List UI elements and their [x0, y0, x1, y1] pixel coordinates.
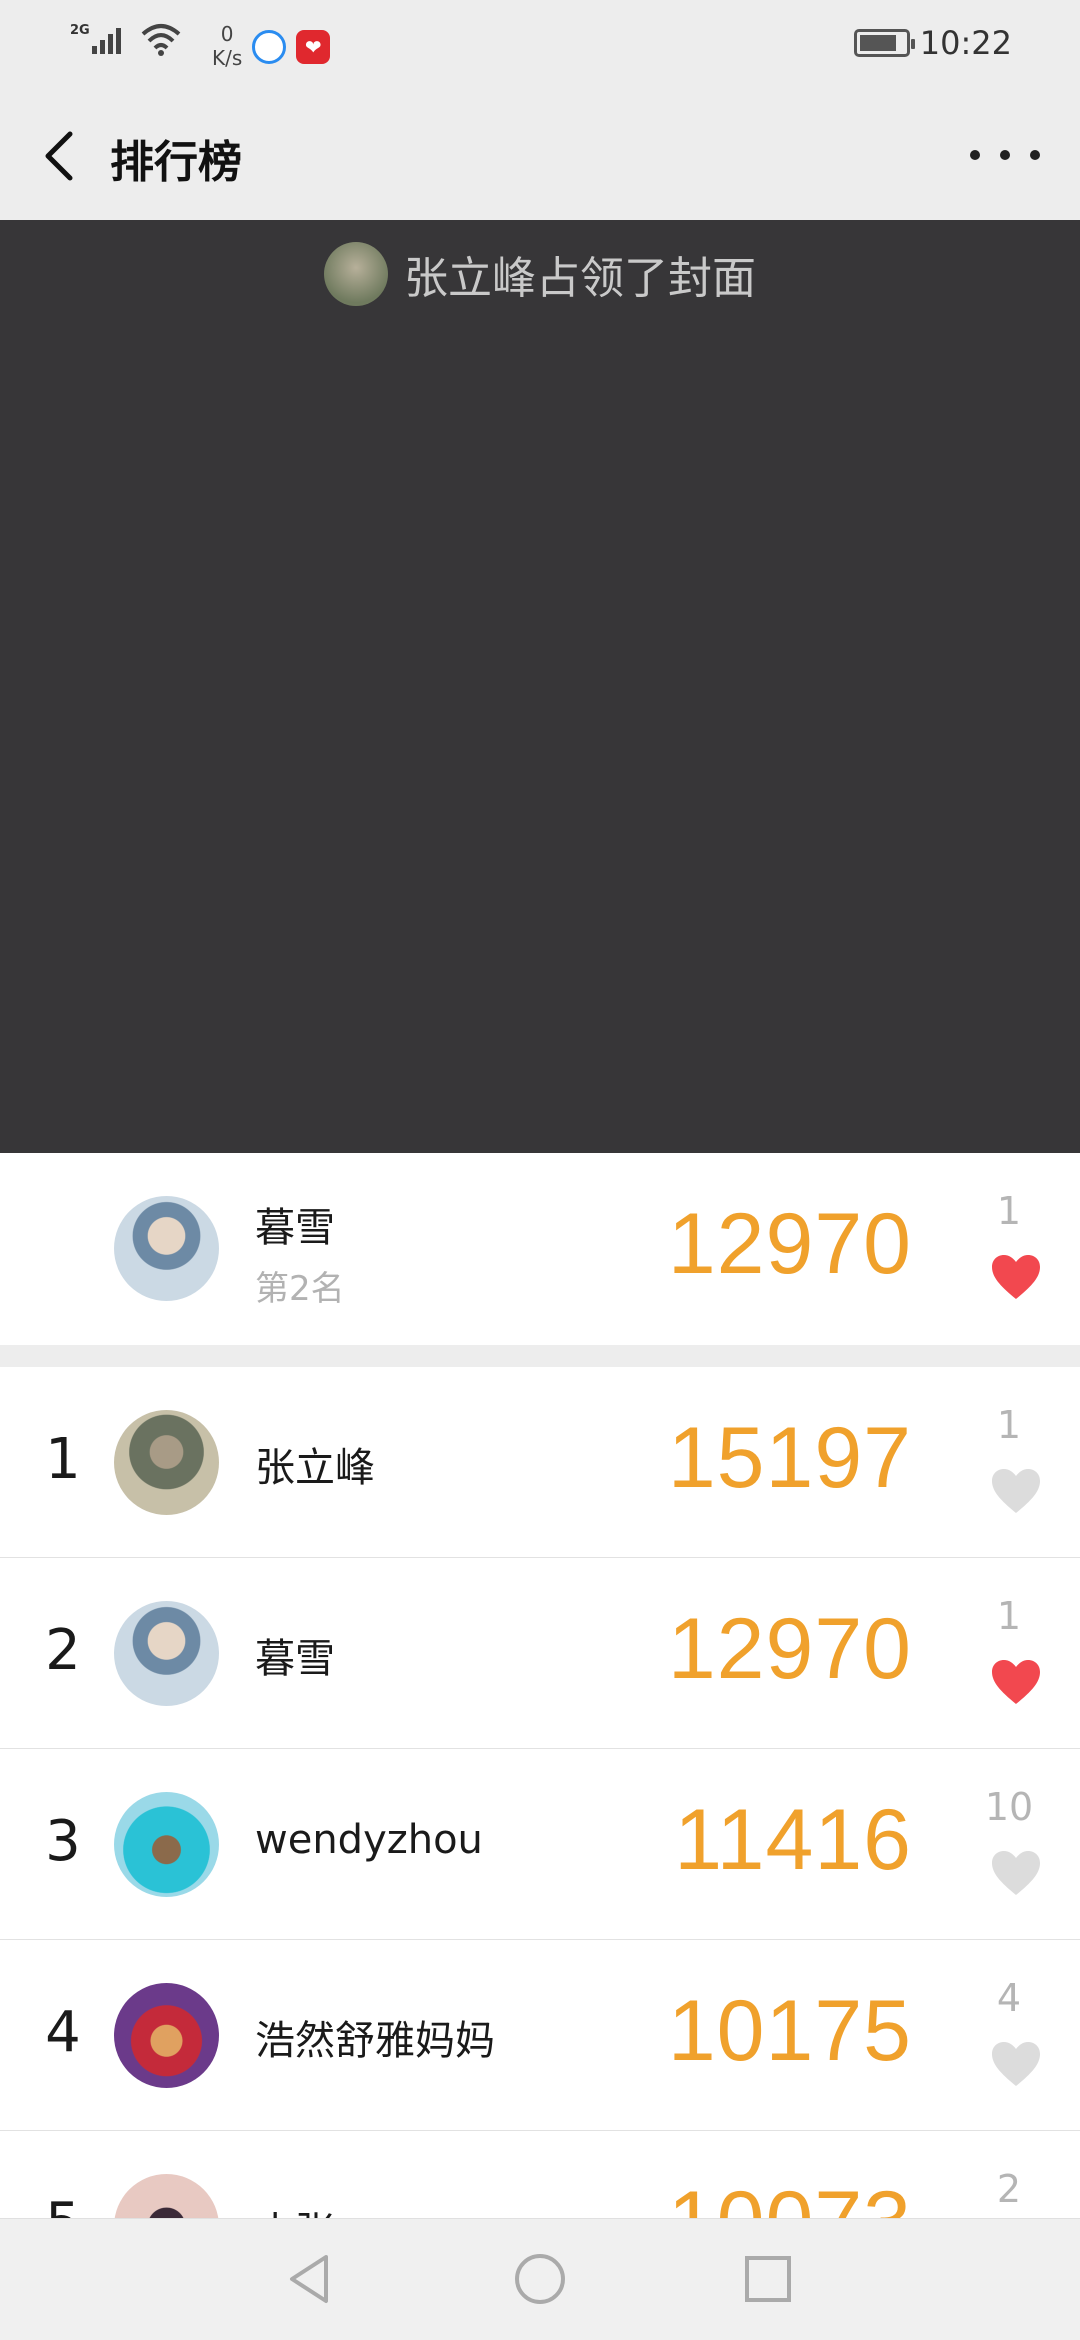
user-name: 暮雪 [255, 1636, 335, 1682]
cover-area[interactable]: 张立峰占领了封面 [0, 220, 1080, 1153]
step-count: 12970 [667, 1601, 912, 1697]
status-bar: 2G 0 K/s ❤ 10:22 [0, 0, 1080, 90]
step-count: 10175 [667, 1983, 912, 2079]
heart-icon[interactable] [990, 1253, 1042, 1301]
like-count: 10 [984, 1785, 1034, 1829]
wifi-icon [141, 24, 181, 56]
cover-owner-avatar [324, 242, 388, 306]
signal-icon: 2G [70, 23, 121, 54]
list-item[interactable]: 3 wendyzhou 11416 10 [0, 1749, 1080, 1940]
heart-icon[interactable] [990, 1658, 1042, 1706]
system-nav-bar [0, 2218, 1080, 2340]
avatar[interactable] [114, 1792, 219, 1897]
gift-app-icon: ❤ [296, 30, 331, 64]
back-arrow-icon[interactable] [36, 128, 86, 184]
my-rank-text: 第2名 [255, 1269, 345, 1309]
like-count: 4 [996, 1976, 1022, 2020]
nav-bar: 排行榜 [0, 90, 1080, 220]
user-name: 浩然舒雅妈妈 [255, 2018, 495, 2064]
my-steps: 12970 [667, 1196, 912, 1292]
rank-number: 1 [45, 1427, 81, 1492]
section-divider [0, 1345, 1080, 1367]
status-left-group: 2G 0 K/s ❤ [70, 22, 331, 70]
avatar[interactable] [114, 1196, 219, 1301]
home-circle-icon[interactable] [510, 2249, 570, 2309]
ranking-list: 1 张立峰 15197 1 2 暮雪 12970 1 3 wendyzhou 1… [0, 1367, 1080, 2322]
avatar[interactable] [114, 1410, 219, 1515]
speed-value: 0 [220, 22, 234, 46]
heart-icon[interactable] [990, 2040, 1042, 2088]
user-name: 张立峰 [255, 1445, 375, 1491]
my-name: 暮雪 [255, 1205, 335, 1251]
list-item[interactable]: 2 暮雪 12970 1 [0, 1558, 1080, 1749]
heart-icon[interactable] [990, 1467, 1042, 1515]
speed-unit: K/s [212, 46, 243, 70]
clock: 10:22 [919, 24, 1012, 62]
more-options-icon[interactable] [970, 130, 1040, 180]
my-rank-card[interactable]: 暮雪 第2名 12970 1 [0, 1153, 1080, 1345]
list-item[interactable]: 4 浩然舒雅妈妈 10175 4 [0, 1940, 1080, 2131]
cover-caption: 张立峰占领了封面 [0, 242, 1080, 306]
rank-number: 4 [45, 2000, 81, 2065]
network-type: 2G [70, 23, 90, 38]
my-like-count: 1 [996, 1189, 1022, 1233]
like-count: 1 [996, 1594, 1022, 1638]
cover-caption-text: 张立峰占领了封面 [404, 253, 756, 304]
status-right-group: 10:22 [853, 24, 1012, 62]
recents-square-icon[interactable] [738, 2249, 798, 2309]
rank-number: 3 [45, 1809, 81, 1874]
avatar[interactable] [114, 1601, 219, 1706]
back-triangle-icon[interactable] [280, 2249, 340, 2309]
heart-icon[interactable] [990, 1849, 1042, 1897]
avatar[interactable] [114, 1983, 219, 2088]
network-speed: 0 K/s [212, 22, 242, 70]
list-item[interactable]: 1 张立峰 15197 1 [0, 1367, 1080, 1558]
step-count: 11416 [674, 1792, 912, 1888]
rank-number: 2 [45, 1618, 81, 1683]
qq-browser-icon [252, 30, 287, 64]
battery-icon [853, 29, 915, 57]
page-title: 排行榜 [110, 137, 242, 188]
step-count: 15197 [667, 1410, 912, 1506]
like-count: 1 [996, 1403, 1022, 1447]
like-count: 2 [996, 2167, 1022, 2211]
user-name: wendyzhou [255, 1817, 483, 1863]
